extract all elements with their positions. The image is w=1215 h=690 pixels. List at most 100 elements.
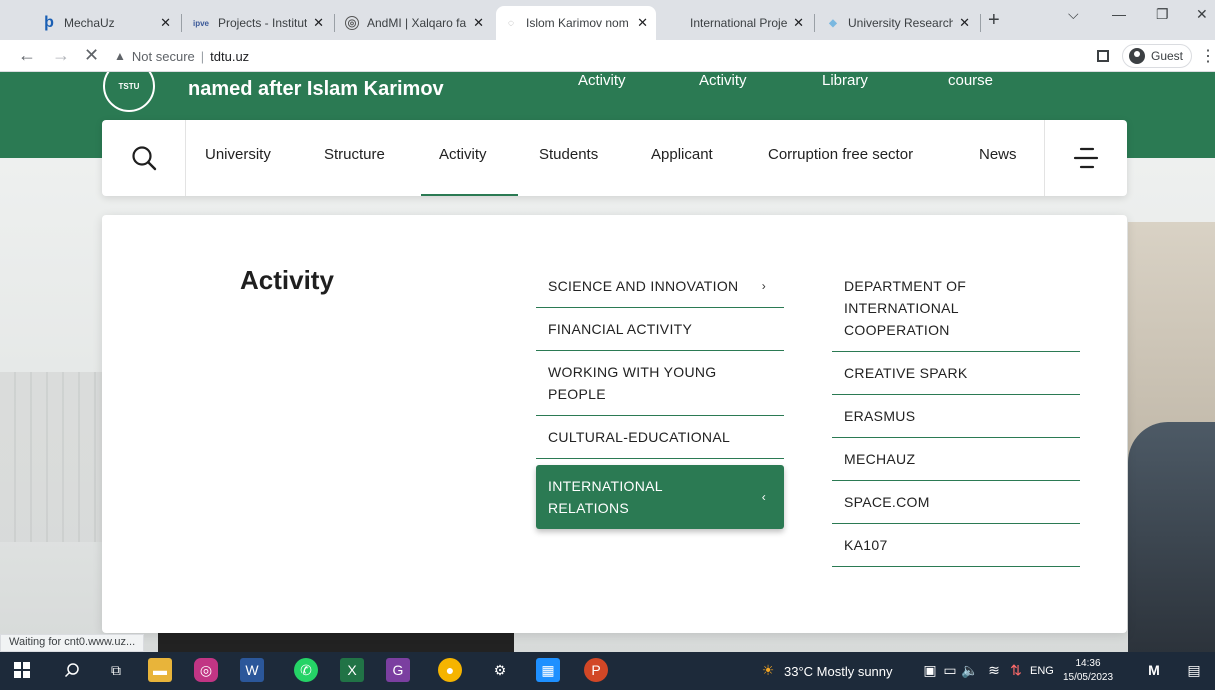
close-icon[interactable]: ✕ [473, 15, 484, 31]
nav-news[interactable]: News [979, 146, 1017, 163]
nav-structure[interactable]: Structure [324, 146, 385, 163]
nav-activity[interactable]: Activity [439, 146, 487, 163]
not-secure-label: Not secure [131, 48, 195, 64]
close-icon[interactable]: ✕ [959, 15, 970, 31]
submenu-department-of-international-cooperation[interactable]: DEPARTMENT OF INTERNATIONAL COOPERATION [832, 265, 1080, 352]
clock-date[interactable]: 15/05/2023 [1058, 671, 1118, 684]
forward-arrow-icon[interactable]: → [52, 45, 70, 66]
close-window-icon[interactable]: ✕ [1196, 6, 1208, 23]
task-view-icon[interactable]: ⧉ [104, 658, 128, 682]
tab-title: International Proje [690, 16, 788, 30]
new-tab-button[interactable]: + [988, 9, 1000, 32]
pdf-app-icon[interactable]: G [386, 658, 410, 682]
wifi-icon[interactable]: ≋ [982, 658, 1006, 682]
menu-item-international-relations[interactable]: INTERNATIONAL RELATIONS ‹ [536, 465, 784, 529]
settings-gear-icon[interactable]: ⚙ [488, 658, 512, 682]
gmail-icon[interactable]: M [1142, 658, 1166, 682]
minimize-icon[interactable]: — [1112, 6, 1126, 22]
top-link-activity[interactable]: Activity [578, 72, 626, 89]
menu-item-science-and-innovation[interactable]: SCIENCE AND INNOVATION › [536, 265, 784, 308]
web-page: TSTU named after Islam Karimov Activity … [0, 72, 1215, 652]
submenu-erasmus[interactable]: ERASMUS [832, 395, 1080, 438]
nav-students[interactable]: Students [539, 146, 598, 163]
tab-title: Islom Karimov nom [526, 16, 629, 30]
notifications-icon[interactable]: ▤ [1182, 658, 1206, 682]
file-explorer-icon[interactable]: ▬ [148, 658, 172, 682]
tab-islom-karimov[interactable]: ◌ Islom Karimov nom ✕ [496, 6, 656, 40]
menu-item-financial-activity[interactable]: FINANCIAL ACTIVITY [536, 308, 784, 351]
university-logo[interactable]: TSTU [103, 72, 155, 112]
search-button[interactable] [102, 120, 186, 196]
search-icon [131, 146, 156, 171]
menu-item-working-with-young-people[interactable]: WORKING WITH YOUNG PEOPLE [536, 351, 784, 416]
close-icon[interactable]: ✕ [637, 15, 648, 31]
powerpoint-icon[interactable]: P [584, 658, 608, 682]
chrome-icon[interactable]: ● [438, 658, 462, 682]
stop-loading-icon[interactable]: ✕ [84, 45, 99, 66]
weather-status[interactable]: 33°C Mostly sunny [784, 664, 893, 679]
submenu-creative-spark[interactable]: CREATIVE SPARK [832, 352, 1080, 395]
volume-icon[interactable]: 🔈 [958, 658, 982, 682]
submenu-mechauz[interactable]: MECHAUZ [832, 438, 1080, 481]
tab-separator [814, 14, 815, 32]
research-favicon-icon: ◆ [829, 17, 837, 29]
word-icon[interactable]: W [240, 658, 264, 682]
chevron-right-icon: › [761, 279, 766, 293]
restore-icon[interactable]: ❐ [1156, 6, 1169, 23]
instagram-icon[interactable]: ◎ [194, 658, 218, 682]
active-nav-indicator [421, 194, 518, 196]
photo-strip [158, 632, 514, 652]
guest-profile-button[interactable]: Guest [1122, 44, 1192, 68]
menu-item-label: WORKING WITH YOUNG PEOPLE [548, 364, 717, 402]
whatsapp-icon[interactable]: ✆ [294, 658, 318, 682]
browser-menu-icon[interactable]: ⋮ [1200, 46, 1215, 66]
nav-university[interactable]: University [205, 146, 271, 163]
profile-avatar-icon [1129, 48, 1145, 64]
building-image [0, 372, 110, 542]
back-arrow-icon[interactable]: ← [18, 45, 36, 66]
nav-applicant[interactable]: Applicant [651, 146, 713, 163]
omnibox[interactable]: ▲ Not secure | tdtu.uz [114, 44, 249, 68]
close-icon[interactable]: ✕ [160, 15, 171, 31]
tab-separator [181, 14, 182, 32]
tab-projects[interactable]: ipve Projects - Instituto ✕ [184, 6, 332, 40]
close-icon[interactable]: ✕ [793, 15, 804, 31]
network-status-icon[interactable]: ⇅ [1004, 658, 1028, 682]
activity-category-list: SCIENCE AND INNOVATION › FINANCIAL ACTIV… [536, 265, 784, 529]
menu-item-label: INTERNATIONAL RELATIONS [548, 478, 663, 516]
menu-item-label: CULTURAL-EDUCATIONAL [548, 429, 731, 445]
nav-corruption-free-sector[interactable]: Corruption free sector [768, 146, 913, 163]
input-language[interactable]: ENG [1030, 665, 1054, 677]
photos-app-icon[interactable]: ▦ [536, 658, 560, 682]
clock-time[interactable]: 14:36 [1058, 657, 1118, 670]
address-bar-row: ← → ✕ ▲ Not secure | tdtu.uz Guest ⋮ [0, 40, 1215, 72]
top-link-library[interactable]: Library [822, 72, 868, 89]
side-panel-icon[interactable] [1097, 50, 1109, 62]
main-navigation: University Structure Activity Students A… [102, 120, 1127, 196]
tab-separator [334, 14, 335, 32]
weather-sun-icon: ☀ [761, 661, 775, 678]
ipvc-favicon-icon: ipve [192, 18, 209, 28]
menu-item-cultural-educational[interactable]: CULTURAL-EDUCATIONAL [536, 416, 784, 459]
close-icon[interactable]: ✕ [313, 15, 324, 31]
top-link-course[interactable]: course [948, 72, 993, 89]
submenu-ka107[interactable]: KA107 [832, 524, 1080, 567]
guest-label: Guest [1151, 49, 1184, 63]
tab-title: University Research [848, 16, 954, 30]
hamburger-menu-button[interactable] [1044, 120, 1127, 196]
activity-dropdown-menu: Activity SCIENCE AND INNOVATION › FINANC… [102, 215, 1127, 633]
tab-international-projects[interactable]: International Proje ✕ [660, 6, 812, 40]
person-image [1128, 422, 1215, 652]
tab-university-research[interactable]: ◆ University Research ✕ [818, 6, 978, 40]
tab-mechauz[interactable]: þ MechaUz ✕ [34, 6, 179, 40]
tab-search-chevron-icon[interactable]: ⌵ [1068, 6, 1079, 23]
excel-icon[interactable]: X [340, 658, 364, 682]
tab-title: Projects - Instituto [218, 16, 308, 30]
windows-start-icon[interactable] [10, 658, 34, 682]
search-icon[interactable] [60, 658, 84, 682]
submenu-space-com[interactable]: SPACE.COM [832, 481, 1080, 524]
tab-andmi[interactable]: ◎ AndMI | Xalqaro fa ✕ [337, 6, 492, 40]
chevron-left-icon: ‹ [761, 490, 766, 504]
url-text: tdtu.uz [210, 48, 250, 64]
top-link-activity[interactable]: Activity [699, 72, 747, 89]
